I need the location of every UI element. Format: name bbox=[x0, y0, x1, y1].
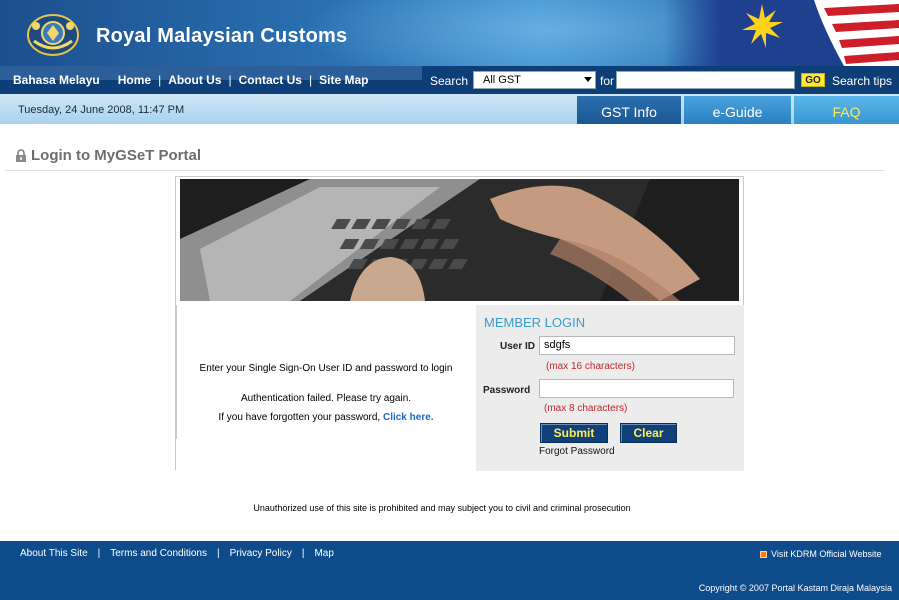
footer-link-about-this-site[interactable]: About This Site bbox=[20, 548, 88, 559]
nav-separator: | bbox=[228, 73, 232, 87]
user-id-label: User ID bbox=[500, 341, 536, 352]
chevron-down-icon bbox=[584, 77, 592, 82]
go-button[interactable]: GO bbox=[801, 73, 825, 87]
page-title: Login to MyGSeT Portal bbox=[31, 147, 202, 164]
search-tips-link[interactable]: Search tips bbox=[832, 74, 892, 88]
brand-title: Royal Malaysian Customs bbox=[96, 25, 348, 47]
auth-error-message: Authentication failed. Please try again. bbox=[240, 393, 412, 404]
footer-links: About This Site | Terms and Conditions |… bbox=[20, 548, 334, 559]
footer-separator: | bbox=[301, 548, 305, 559]
bullet-square-icon bbox=[760, 550, 767, 558]
user-id-input[interactable]: sdgfs bbox=[539, 336, 735, 355]
forgot-password-hint: If you have forgotten your password, Cli… bbox=[177, 412, 475, 423]
login-instruction: Enter your Single Sign-On User ID and pa… bbox=[199, 363, 453, 374]
kdrm-link-label: Visit KDRM Official Website bbox=[771, 549, 882, 559]
footer-separator: | bbox=[216, 548, 220, 559]
language-link[interactable]: Bahasa Melayu bbox=[13, 73, 100, 87]
nav-separator: | bbox=[308, 73, 313, 87]
login-info-section: Enter your Single Sign-On User ID and pa… bbox=[176, 305, 474, 439]
member-login-title: MEMBER LOGIN bbox=[484, 315, 586, 330]
tab-gst-info[interactable]: GST Info bbox=[577, 96, 681, 124]
login-content-box: Enter your Single Sign-On User ID and pa… bbox=[175, 176, 744, 471]
for-label: for bbox=[600, 74, 615, 88]
top-navigation-bar: Bahasa Melayu Home | About Us | Contact … bbox=[0, 66, 899, 94]
kdrm-website-link[interactable]: Visit KDRM Official Website bbox=[760, 549, 882, 559]
nav-link-contact-us[interactable]: Contact Us bbox=[239, 73, 302, 87]
nav-link-about-us[interactable]: About Us bbox=[168, 73, 221, 87]
keyboard-hero-image bbox=[180, 179, 739, 301]
header-banner: Royal Malaysian Customs bbox=[0, 0, 899, 66]
search-scope-value: All GST bbox=[483, 74, 521, 86]
forgot-password-link[interactable]: Forgot Password bbox=[539, 446, 615, 457]
current-date: Tuesday, 24 June 2008, 11:47 PM bbox=[18, 104, 185, 116]
footer-link-privacy-policy[interactable]: Privacy Policy bbox=[230, 548, 292, 559]
clear-button[interactable]: Clear bbox=[620, 423, 677, 443]
submit-button[interactable]: Submit bbox=[540, 423, 608, 443]
nav-links: Bahasa Melayu Home | About Us | Contact … bbox=[13, 72, 368, 88]
search-label: Search bbox=[430, 74, 469, 88]
click-here-link[interactable]: Click here. bbox=[383, 412, 434, 423]
lock-icon bbox=[16, 149, 26, 162]
forgot-password-text: If you have forgotten your password, bbox=[218, 412, 381, 423]
search-input[interactable] bbox=[616, 71, 795, 89]
disclaimer-text: Unauthorized use of this site is prohibi… bbox=[253, 503, 631, 513]
nav-link-home[interactable]: Home bbox=[118, 73, 151, 87]
page-footer: About This Site | Terms and Conditions |… bbox=[0, 541, 899, 600]
footer-link-map[interactable]: Map bbox=[314, 548, 333, 559]
user-id-hint: (max 16 characters) bbox=[546, 361, 635, 372]
password-hint: (max 8 characters) bbox=[544, 403, 628, 414]
nav-link-site-map[interactable]: Site Map bbox=[319, 73, 368, 87]
password-input[interactable] bbox=[539, 379, 734, 398]
date-tabs-bar: Tuesday, 24 June 2008, 11:47 PM GST Info… bbox=[0, 94, 899, 124]
nav-separator: | bbox=[158, 73, 162, 87]
malaysia-flag-image bbox=[664, 0, 899, 66]
tab-faq[interactable]: FAQ bbox=[794, 96, 899, 124]
title-divider bbox=[5, 170, 885, 171]
footer-separator: | bbox=[97, 548, 101, 559]
search-scope-select[interactable]: All GST bbox=[473, 71, 596, 89]
member-login-panel: MEMBER LOGIN User ID sdgfs (max 16 chara… bbox=[476, 305, 744, 471]
customs-crest-logo[interactable] bbox=[26, 11, 80, 57]
password-label: Password bbox=[483, 385, 531, 396]
footer-link-terms[interactable]: Terms and Conditions bbox=[110, 548, 207, 559]
copyright-text: Copyright © 2007 Portal Kastam Diraja Ma… bbox=[698, 583, 892, 593]
tab-e-guide[interactable]: e-Guide bbox=[684, 96, 791, 124]
